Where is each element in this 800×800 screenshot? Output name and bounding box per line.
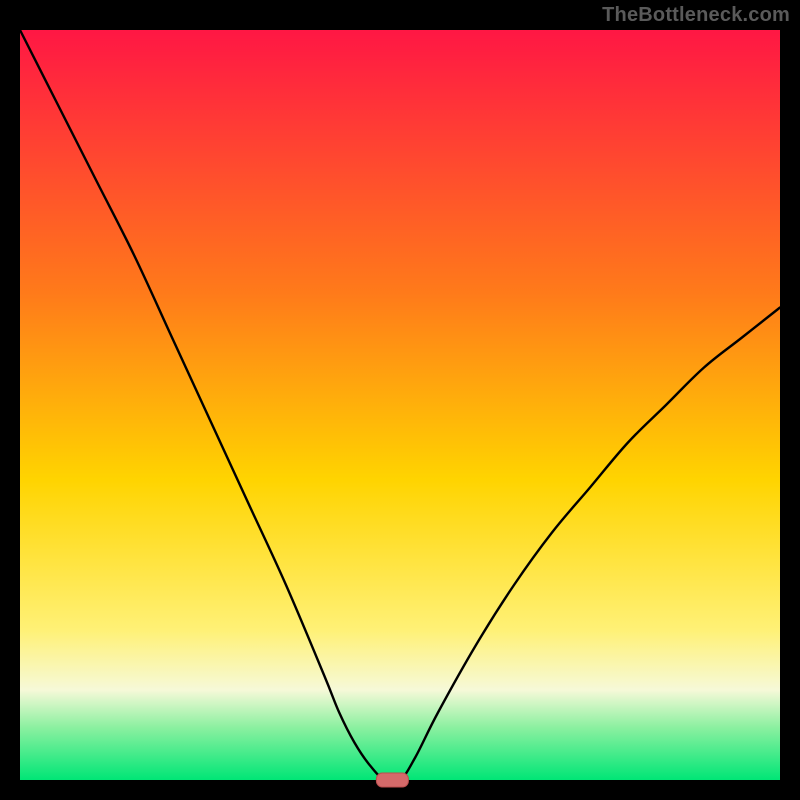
- bottleneck-chart: [0, 0, 800, 800]
- chart-stage: TheBottleneck.com: [0, 0, 800, 800]
- watermark-text: TheBottleneck.com: [602, 4, 790, 27]
- optimal-marker: [376, 773, 408, 787]
